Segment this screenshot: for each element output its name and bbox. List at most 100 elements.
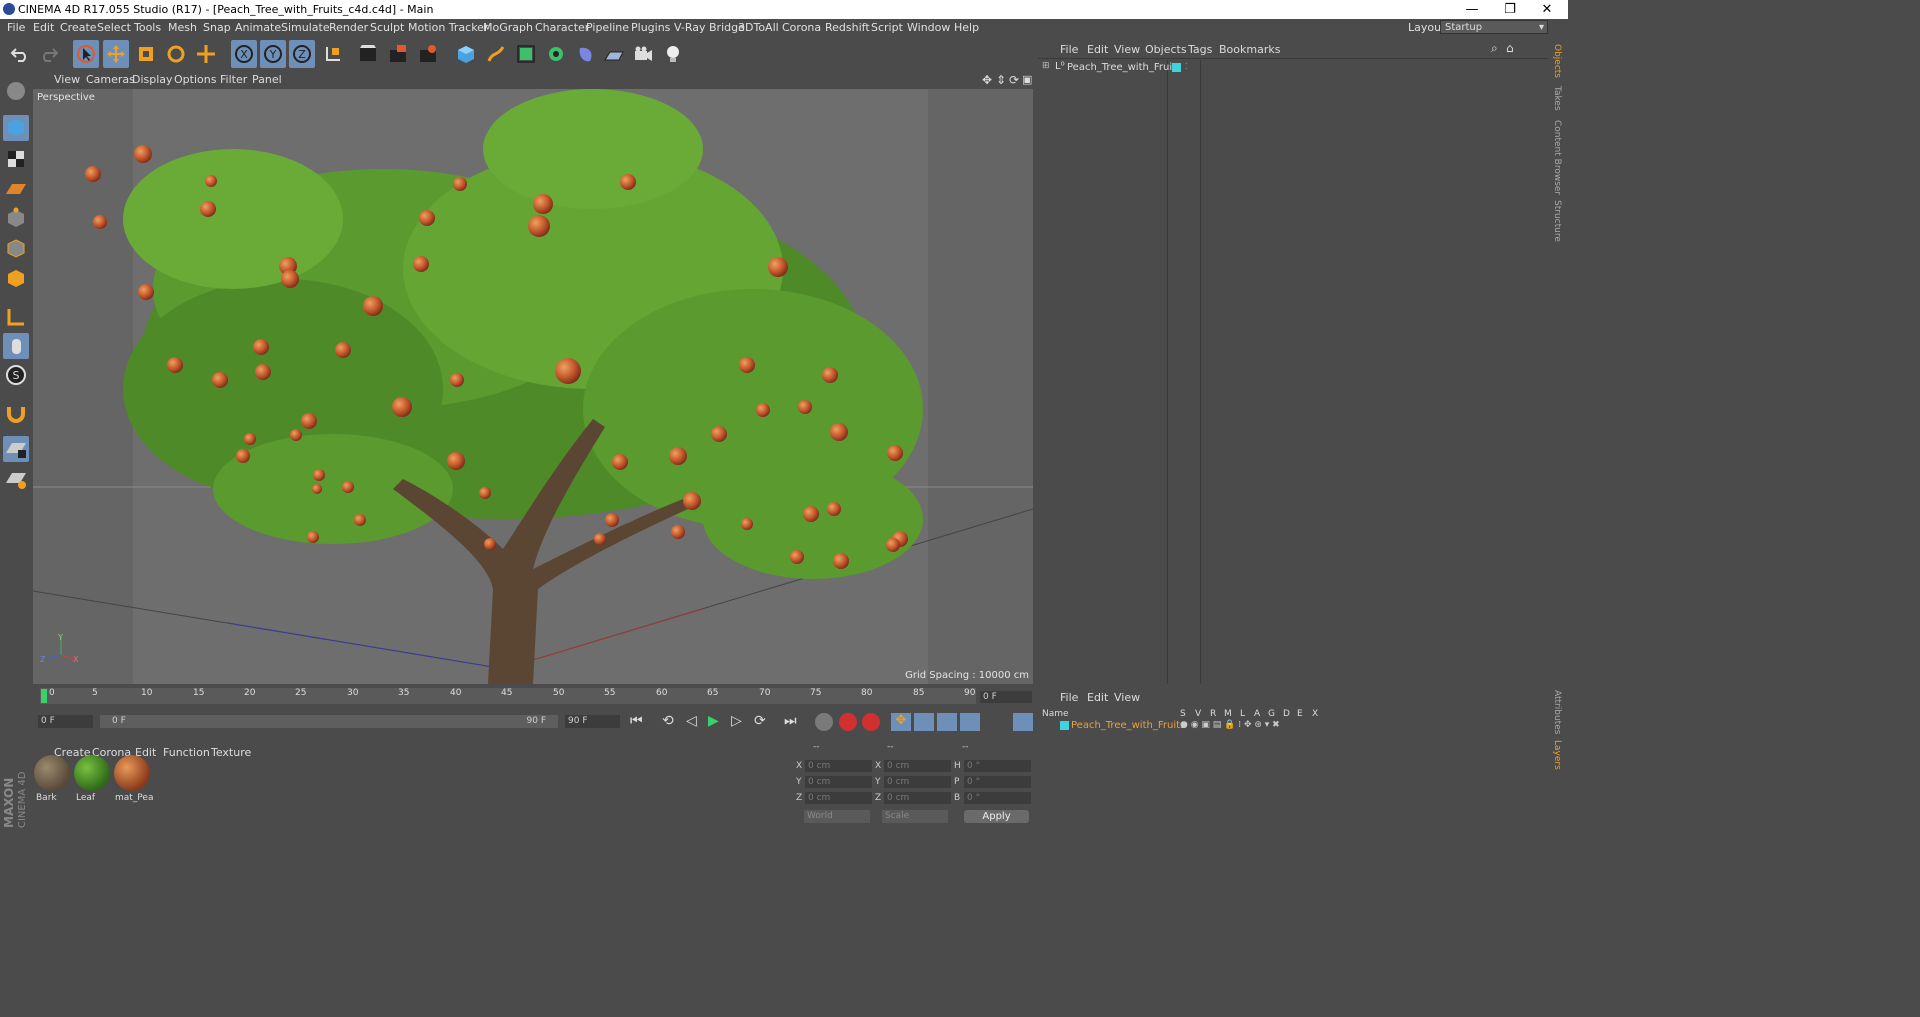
layout-select[interactable]: Startup ▾ xyxy=(1440,20,1548,34)
z-axis-button[interactable]: Z xyxy=(289,40,315,68)
layer-menu-edit[interactable]: Edit xyxy=(1087,691,1108,704)
next-key-button[interactable]: ⟳ xyxy=(754,713,766,729)
visibility-dots-icon[interactable]: ⁚ xyxy=(1185,62,1188,71)
material-bark-swatch[interactable] xyxy=(34,755,70,791)
next-frame-button[interactable]: ▷ xyxy=(731,713,742,729)
world-select[interactable]: World xyxy=(804,810,870,823)
object-menu-tags[interactable]: Tags xyxy=(1188,43,1212,56)
axis-mode-button[interactable] xyxy=(3,304,29,330)
viewport-menu-display[interactable]: Display xyxy=(132,73,173,86)
scale-select[interactable]: Scale xyxy=(882,810,948,823)
end-frame-field[interactable]: 90 F xyxy=(565,715,620,728)
home-icon[interactable]: ⌂ xyxy=(1506,41,1514,55)
object-menu-objects[interactable]: Objects xyxy=(1145,43,1187,56)
cube-button[interactable] xyxy=(453,40,479,68)
tab-content-browser[interactable]: Content Browser xyxy=(1552,120,1562,195)
undo-button[interactable] xyxy=(7,40,33,68)
object-name[interactable]: Peach_Tree_with_Fruits xyxy=(1067,62,1181,73)
apply-button[interactable]: Apply xyxy=(964,810,1029,823)
position-x-field[interactable]: 0 cm xyxy=(805,760,872,772)
size-y-field[interactable]: 0 cm xyxy=(884,776,951,788)
material-menu-texture[interactable]: Texture xyxy=(211,746,251,759)
pen-button[interactable] xyxy=(483,40,509,68)
menu-edit[interactable]: Edit xyxy=(33,21,54,34)
menu-3dtoall[interactable]: 3DToAll xyxy=(738,21,779,34)
viewport-menu-options[interactable]: Options xyxy=(174,73,216,86)
layer-row[interactable]: Peach_Tree_with_Fruits ● ◉ ▣ ▤ 🔒 ⁞ ✥ ⊛ ▾… xyxy=(1040,720,1545,733)
render-settings-button[interactable] xyxy=(415,40,441,68)
menu-render[interactable]: Render xyxy=(329,21,368,34)
key-rotation-icon[interactable] xyxy=(937,713,957,731)
menu-window[interactable]: Window xyxy=(907,21,950,34)
menu-pipeline[interactable]: Pipeline xyxy=(586,21,629,34)
close-button[interactable]: ✕ xyxy=(1527,1,1567,18)
key-position-icon[interactable]: ✥ xyxy=(891,713,911,731)
camera-button[interactable] xyxy=(630,40,656,68)
layer-flags-icons[interactable]: ● ◉ ▣ ▤ 🔒 ⁞ ✥ ⊛ ▾ ✖ xyxy=(1180,720,1280,730)
tab-layers[interactable]: Layers xyxy=(1552,740,1562,770)
menu-sculpt[interactable]: Sculpt xyxy=(370,21,404,34)
lock-workplane-button[interactable] xyxy=(3,436,29,462)
viewport-menu-panel[interactable]: Panel xyxy=(252,73,282,86)
material-peach-swatch[interactable] xyxy=(114,755,150,791)
menu-mesh[interactable]: Mesh xyxy=(168,21,197,34)
viewport-menu-cameras[interactable]: Cameras xyxy=(86,73,135,86)
viewport-zoom-icon[interactable]: ⇕ xyxy=(996,73,1006,87)
deformer-button[interactable] xyxy=(573,40,599,68)
menu-create[interactable]: Create xyxy=(60,21,97,34)
menu-mograph[interactable]: MoGraph xyxy=(483,21,533,34)
mograph-cloner-button[interactable] xyxy=(543,40,569,68)
rotation-b-field[interactable]: 0 ° xyxy=(964,792,1031,804)
rotation-p-field[interactable]: 0 ° xyxy=(964,776,1031,788)
key-pla-icon[interactable] xyxy=(983,713,1003,731)
timeline-settings-icon[interactable] xyxy=(1013,713,1033,731)
previous-frame-button[interactable]: ◁ xyxy=(686,713,697,729)
layer-name[interactable]: Peach_Tree_with_Fruits xyxy=(1071,720,1185,731)
snap-button[interactable]: S xyxy=(3,362,29,388)
render-view-button[interactable] xyxy=(355,40,381,68)
menu-snap[interactable]: Snap xyxy=(203,21,231,34)
key-scale-icon[interactable] xyxy=(914,713,934,731)
viewport-menu-view[interactable]: View xyxy=(54,73,80,86)
menu-redshift[interactable]: Redshift xyxy=(825,21,870,34)
previous-key-button[interactable]: ⟲ xyxy=(662,713,674,729)
search-icon[interactable]: ⌕ xyxy=(1491,41,1498,56)
viewport-3d[interactable]: Y X Z Perspective Grid Spacing : 10000 c… xyxy=(33,89,1033,684)
minimize-button[interactable]: — xyxy=(1452,1,1492,18)
planar-workplane-button[interactable] xyxy=(3,466,29,492)
floor-button[interactable] xyxy=(601,40,627,68)
rotate-tool-button[interactable] xyxy=(163,40,189,68)
material-menu-function[interactable]: Function xyxy=(163,746,210,759)
menu-tools[interactable]: Tools xyxy=(134,21,161,34)
menu-file[interactable]: File xyxy=(7,21,25,34)
material-leaf-swatch[interactable] xyxy=(74,755,110,791)
layer-menu-view[interactable]: View xyxy=(1114,691,1140,704)
layer-color-swatch[interactable] xyxy=(1060,721,1069,730)
tab-objects[interactable]: Objects xyxy=(1552,44,1562,78)
object-row[interactable]: ⊞ L⁰ Peach_Tree_with_Fruits xyxy=(1040,61,1181,75)
menu-animate[interactable]: Animate xyxy=(235,21,281,34)
layer-menu-file[interactable]: File xyxy=(1060,691,1078,704)
tab-attributes[interactable]: Attributes xyxy=(1552,690,1562,734)
rotation-h-field[interactable]: 0 ° xyxy=(964,760,1031,772)
viewport-move-icon[interactable]: ✥ xyxy=(982,73,992,87)
size-x-field[interactable]: 0 cm xyxy=(884,760,951,772)
viewport-rotate-icon[interactable]: ⟳ xyxy=(1009,73,1019,87)
coordinate-system-button[interactable] xyxy=(320,40,346,68)
transform-tool-button[interactable] xyxy=(193,40,219,68)
menu-vray-bridge[interactable]: V-Ray Bridge xyxy=(674,21,745,34)
menu-script[interactable]: Script xyxy=(871,21,903,34)
go-to-start-button[interactable]: ⏮ xyxy=(630,713,643,729)
expand-icon[interactable]: ⊞ xyxy=(1042,61,1050,71)
x-axis-button[interactable]: X xyxy=(231,40,257,68)
menu-motion-tracker[interactable]: Motion Tracker xyxy=(408,21,488,34)
object-menu-view[interactable]: View xyxy=(1114,43,1140,56)
make-editable-button[interactable] xyxy=(3,78,29,104)
polygons-mode-button[interactable] xyxy=(3,266,29,292)
menu-plugins[interactable]: Plugins xyxy=(631,21,670,34)
magnet-button[interactable] xyxy=(3,400,29,426)
model-mode-button[interactable] xyxy=(3,115,29,141)
keyframe-selection-icon[interactable] xyxy=(862,713,880,731)
key-parameter-icon[interactable] xyxy=(960,713,980,731)
tweak-mode-button[interactable] xyxy=(3,333,29,359)
